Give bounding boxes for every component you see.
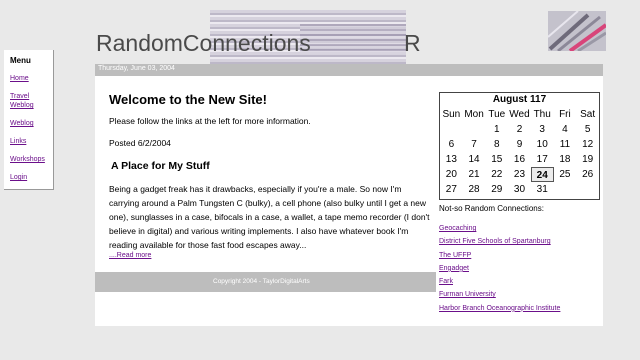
calendar-day-cell[interactable]: 30 <box>508 182 531 197</box>
calendar-day-cell[interactable]: 13 <box>440 152 463 167</box>
sidebar-nav: Home Travel Weblog Weblog Links Workshop… <box>10 74 50 191</box>
site-title-tail: R <box>404 30 421 56</box>
calendar-weekday-label: Mon <box>464 109 484 120</box>
calendar-day-cell[interactable]: 29 <box>485 182 508 197</box>
calendar-day-cell[interactable]: 11 <box>554 137 577 152</box>
date-bar: Thursday, June 03, 2004 <box>95 64 603 76</box>
right-column: August 117 Sun Mon Tue Wed Thu Fri Sat 1 2 3 4 5 6 7 8… <box>436 76 603 326</box>
calendar-day-cell[interactable]: 27 <box>440 182 463 197</box>
calendar-month-title: August 117 <box>492 94 547 105</box>
calendar-day-cell[interactable]: 2 <box>508 122 531 137</box>
calendar: August 117 Sun Mon Tue Wed Thu Fri Sat 1 2 3 4 5 6 7 8… <box>439 92 600 200</box>
calendar-day-cell[interactable]: 8 <box>485 137 508 152</box>
calendar-day-cell <box>554 182 577 197</box>
pens-photo <box>548 11 606 51</box>
page-header: RandomConnections R <box>0 0 640 64</box>
copyright-text: Copyright 2004 - TaylorDigitalArts <box>213 278 310 285</box>
calendar-day-cell[interactable]: 10 <box>531 137 554 152</box>
calendar-weekday-label: Fri <box>559 109 571 120</box>
header-stripe-graphic-dark <box>300 24 406 54</box>
calendar-day-cell[interactable]: 14 <box>463 152 486 167</box>
sidebar-item-weblog[interactable]: Weblog <box>10 119 50 128</box>
calendar-weekday-label: Thu <box>533 109 551 120</box>
connections-title: Not-so Random Connections: <box>439 204 544 213</box>
calendar-grid: Sun Mon Tue Wed Thu Fri Sat 1 2 3 4 5 6 7 8 9 10 11 12 13 14… <box>440 107 599 197</box>
calendar-day-cell[interactable]: 20 <box>440 167 463 182</box>
connections-list: Geocaching District Five Schools of Spar… <box>439 224 560 317</box>
calendar-day-cell[interactable]: 5 <box>576 122 599 137</box>
link-geocaching[interactable]: Geocaching <box>439 224 560 233</box>
calendar-day-cell[interactable]: 21 <box>463 167 486 182</box>
current-date: Thursday, June 03, 2004 <box>98 65 175 72</box>
calendar-day-cell[interactable]: 23 <box>508 167 531 182</box>
calendar-day-cell[interactable]: 16 <box>508 152 531 167</box>
sidebar-item-home[interactable]: Home <box>10 74 50 83</box>
post-body: Being a gadget freak has it drawbacks, e… <box>109 184 430 250</box>
sidebar-item-login[interactable]: Login <box>10 173 50 182</box>
main-content: Welcome to the New Site! Please follow t… <box>95 76 438 326</box>
sidebar-item-travel-weblog[interactable]: Travel Weblog <box>10 92 50 110</box>
post-title: A Place for My Stuff <box>111 160 210 172</box>
link-district-five-schools[interactable]: District Five Schools of Spartanburg <box>439 237 560 246</box>
sidebar-item-workshops[interactable]: Workshops <box>10 155 50 164</box>
sidebar-menu: Menu Home Travel Weblog Weblog Links Wor… <box>4 50 54 190</box>
calendar-day-cell[interactable]: 28 <box>463 182 486 197</box>
calendar-day-cell <box>440 122 463 137</box>
footer-bar: Copyright 2004 - TaylorDigitalArts <box>95 272 438 292</box>
link-furman-university[interactable]: Furman University <box>439 290 560 299</box>
calendar-day-cell[interactable]: 9 <box>508 137 531 152</box>
posted-date: Posted 6/2/2004 <box>109 138 171 148</box>
calendar-day-cell[interactable]: 12 <box>576 137 599 152</box>
intro-text: Please follow the links at the left for … <box>109 116 311 126</box>
calendar-day-cell[interactable]: 26 <box>576 167 599 182</box>
calendar-day-cell[interactable]: 31 <box>531 182 554 197</box>
calendar-weekday-label: Sat <box>580 109 596 120</box>
calendar-day-cell[interactable]: 17 <box>531 152 554 167</box>
calendar-day-cell[interactable]: 7 <box>463 137 486 152</box>
read-more-link[interactable]: ....Read more <box>109 252 151 259</box>
link-engadget[interactable]: Engadget <box>439 264 560 273</box>
calendar-day-cell <box>463 122 486 137</box>
calendar-weekday-label: Sun <box>442 109 461 120</box>
calendar-day-cell[interactable]: 18 <box>554 152 577 167</box>
link-fark[interactable]: Fark <box>439 277 560 286</box>
link-the-uffp[interactable]: The UFFP <box>439 251 560 260</box>
calendar-day-cell[interactable]: 1 <box>485 122 508 137</box>
calendar-day-cell[interactable]: 6 <box>440 137 463 152</box>
calendar-day-cell <box>576 182 599 197</box>
calendar-day-cell[interactable]: 4 <box>554 122 577 137</box>
page-title: Welcome to the New Site! <box>109 92 267 107</box>
calendar-day-cell[interactable]: 19 <box>576 152 599 167</box>
calendar-weekday-label: Wed <box>509 109 530 120</box>
calendar-day-cell[interactable]: 24 <box>530 167 554 182</box>
sidebar-item-links[interactable]: Links <box>10 137 50 146</box>
calendar-day-cell[interactable]: 22 <box>485 167 508 182</box>
menu-title: Menu <box>10 56 31 65</box>
calendar-weekday-label: Tue <box>488 109 506 120</box>
calendar-day-cell[interactable]: 3 <box>531 122 554 137</box>
calendar-day-cell[interactable]: 25 <box>554 167 577 182</box>
link-harbor-branch[interactable]: Harbor Branch Oceanographic Institute <box>439 304 560 313</box>
site-title: RandomConnections <box>96 30 311 56</box>
calendar-day-cell[interactable]: 15 <box>485 152 508 167</box>
